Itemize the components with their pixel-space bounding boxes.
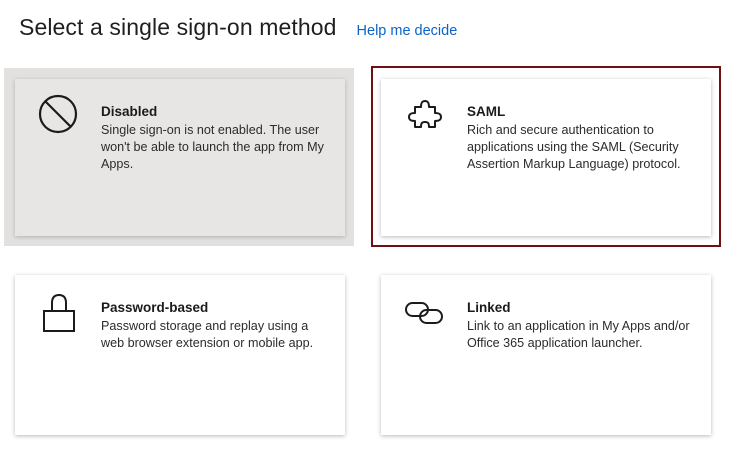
tile-description: Password storage and replay using a web … bbox=[101, 319, 314, 350]
sso-tile-disabled[interactable]: Disabled Single sign-on is not enabled. … bbox=[15, 79, 345, 236]
puzzle-piece-icon bbox=[408, 100, 442, 128]
sso-tile-linked[interactable]: Linked Link to an application in My Apps… bbox=[381, 275, 711, 435]
help-me-decide-link[interactable]: Help me decide bbox=[357, 23, 458, 39]
tile-title: Linked bbox=[467, 300, 511, 315]
lock-icon bbox=[43, 293, 75, 332]
sso-tile-password-based[interactable]: Password-based Password storage and repl… bbox=[15, 275, 345, 435]
tile-description: Single sign-on is not enabled. The user … bbox=[101, 123, 324, 171]
sso-tile-saml[interactable]: SAML Rich and secure authentication to a… bbox=[381, 79, 711, 236]
tile-title: Password-based bbox=[101, 300, 209, 315]
tile-title: Disabled bbox=[101, 104, 158, 119]
tile-description: Rich and secure authentication to applic… bbox=[467, 123, 681, 171]
disabled-icon bbox=[38, 94, 78, 134]
page-title: Select a single sign-on method bbox=[19, 14, 337, 40]
link-icon bbox=[405, 302, 443, 324]
tile-description: Link to an application in My Apps and/or… bbox=[467, 319, 690, 350]
tile-title: SAML bbox=[467, 104, 506, 119]
page-header: Select a single sign-on method Help me d… bbox=[19, 14, 457, 41]
